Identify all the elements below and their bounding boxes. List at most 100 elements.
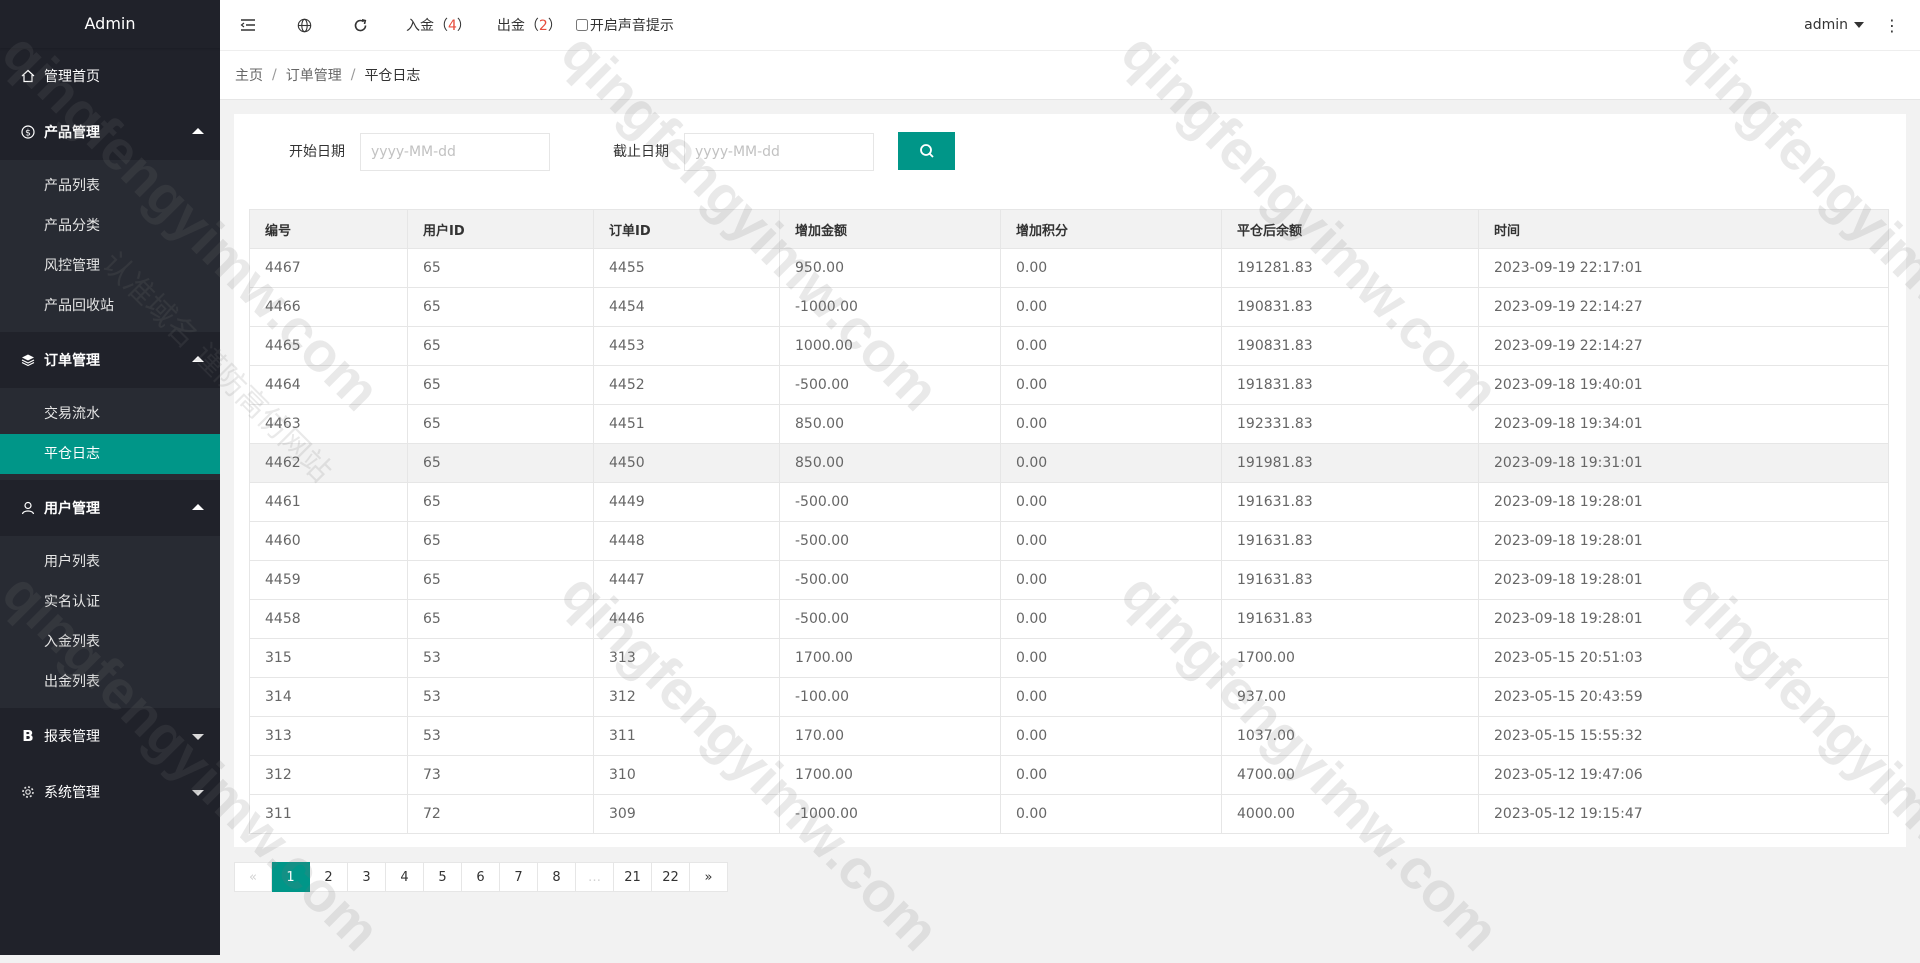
table-cell: 0.00 [1000, 482, 1222, 522]
table-cell: 191631.83 [1221, 521, 1479, 561]
table-row[interactable]: 312 73 310 1700.00 0.00 4700.00 2023-05-12 19:… [249, 755, 1889, 795]
sound-toggle[interactable]: 开启声音提示 [575, 15, 674, 35]
table-row[interactable]: 311 72 309 -1000.00 0.00 4000.00 2023-05-12 19… [249, 794, 1889, 834]
products-submenu: 产品列表 产品分类 风控管理 产品回收站 [0, 160, 220, 332]
page-button[interactable]: 5 [424, 862, 462, 892]
table-cell: 314 [249, 677, 408, 717]
page-button[interactable]: 1 [272, 862, 310, 892]
table-row[interactable]: 315 53 313 1700.00 0.00 1700.00 2023-05-15 20:… [249, 638, 1889, 678]
table-cell: 0.00 [1000, 248, 1222, 288]
breadcrumb: 主页 / 订单管理 / 平仓日志 [220, 51, 1920, 100]
page-button[interactable]: 22 [652, 862, 690, 892]
sidebar-item-withdrawals[interactable]: 出金列表 [0, 662, 220, 702]
sidebar-item-close-log[interactable]: 平仓日志 [0, 434, 220, 474]
sidebar-item-user-list[interactable]: 用户列表 [0, 542, 220, 582]
page-button[interactable]: 4 [386, 862, 424, 892]
close-log-table: 编号 用户ID 订单ID 增加金额 增加积分 平仓后余额 时间 4467 65 4455 950.… [249, 209, 1889, 834]
table-cell: 4455 [593, 248, 780, 288]
start-date-label: 开始日期 [289, 144, 345, 160]
table-row[interactable]: 4467 65 4455 950.00 0.00 191281.83 2023-09-19 … [249, 248, 1889, 288]
withdraw-link[interactable]: 出金（2） [497, 15, 562, 35]
nav-group-reports[interactable]: B 报表管理 [0, 708, 220, 764]
start-date-input[interactable] [360, 133, 550, 171]
nav-group-users[interactable]: 用户管理 [0, 480, 220, 536]
page-prev-button[interactable]: « [234, 862, 272, 892]
table-row[interactable]: 4460 65 4448 -500.00 0.00 191631.83 2023-09-18… [249, 521, 1889, 561]
table-cell: 65 [407, 326, 594, 366]
page-button[interactable]: 7 [500, 862, 538, 892]
page-next-button[interactable]: » [690, 862, 728, 892]
table-cell: 2023-05-12 19:47:06 [1478, 755, 1889, 795]
table-cell: 4453 [593, 326, 780, 366]
breadcrumb-orders[interactable]: 订单管理 [286, 65, 342, 85]
table-cell: 0.00 [1000, 365, 1222, 405]
table-row[interactable]: 4459 65 4447 -500.00 0.00 191631.83 2023-09-18… [249, 560, 1889, 600]
more-vertical-icon[interactable]: ⋮ [1884, 0, 1900, 50]
table-cell: 191281.83 [1221, 248, 1479, 288]
page-button[interactable]: 2 [310, 862, 348, 892]
end-date-input[interactable] [684, 133, 874, 171]
sound-checkbox[interactable] [575, 19, 588, 31]
table-cell: 4460 [249, 521, 408, 561]
table-row[interactable]: 4458 65 4446 -500.00 0.00 191631.83 2023-09-18… [249, 599, 1889, 639]
sidebar-item-transactions[interactable]: 交易流水 [0, 394, 220, 434]
page-button[interactable]: 8 [538, 862, 576, 892]
nav-group-reports-label: 报表管理 [44, 729, 100, 745]
deposit-link[interactable]: 入金（4） [406, 15, 471, 35]
breadcrumb-current: 平仓日志 [364, 68, 421, 84]
table-row[interactable]: 4466 65 4454 -1000.00 0.00 190831.83 2023-09-1… [249, 287, 1889, 327]
page-button[interactable]: 21 [614, 862, 652, 892]
refresh-icon[interactable] [332, 0, 388, 50]
table-cell: 1000.00 [779, 326, 1001, 366]
table-cell: 0.00 [1000, 794, 1222, 834]
globe-icon[interactable] [276, 0, 332, 50]
table-cell: 2023-09-18 19:28:01 [1478, 482, 1889, 522]
table-cell: 65 [407, 287, 594, 327]
table-cell: -100.00 [779, 677, 1001, 717]
table-row[interactable]: 4461 65 4449 -500.00 0.00 191631.83 2023-09-18… [249, 482, 1889, 522]
end-date-label: 截止日期 [613, 144, 669, 160]
search-button[interactable] [898, 132, 955, 170]
user-menu[interactable]: admin [1804, 0, 1864, 50]
sound-toggle-label: 开启声音提示 [589, 18, 674, 34]
table-cell: 4467 [249, 248, 408, 288]
table-cell: 2023-09-19 22:14:27 [1478, 326, 1889, 366]
caret-down-icon [192, 734, 204, 740]
sidebar: Admin 管理首页 $ 产品管理 产品列表 产品分类 风控管理 产品回收站 订… [0, 0, 220, 955]
table-row[interactable]: 314 53 312 -100.00 0.00 937.00 2023-05-15 20:4… [249, 677, 1889, 717]
table-cell: 937.00 [1221, 677, 1479, 717]
table-row[interactable]: 4462 65 4450 850.00 0.00 191981.83 2023-09-18 … [249, 443, 1889, 483]
breadcrumb-home[interactable]: 主页 [235, 65, 263, 85]
table-cell: 2023-09-18 19:28:01 [1478, 560, 1889, 600]
paren-close: ） [547, 18, 562, 34]
table-cell: 4700.00 [1221, 755, 1479, 795]
table-cell: 2023-05-12 19:15:47 [1478, 794, 1889, 834]
nav-group-orders[interactable]: 订单管理 [0, 332, 220, 388]
bold-b-icon: B [22, 727, 34, 745]
nav-group-system[interactable]: 系统管理 [0, 764, 220, 820]
column-header: 平仓后余额 [1221, 209, 1479, 249]
nav-group-products[interactable]: $ 产品管理 [0, 104, 220, 160]
sidebar-item-product-list[interactable]: 产品列表 [0, 166, 220, 206]
table-cell: 0.00 [1000, 716, 1222, 756]
menu-fold-icon[interactable] [220, 0, 276, 50]
sidebar-item-risk-control[interactable]: 风控管理 [0, 246, 220, 286]
table-cell: -500.00 [779, 599, 1001, 639]
table-cell: 313 [593, 638, 780, 678]
table-cell: 65 [407, 404, 594, 444]
sidebar-item-product-category[interactable]: 产品分类 [0, 206, 220, 246]
table-cell: 2023-09-19 22:17:01 [1478, 248, 1889, 288]
nav-home[interactable]: 管理首页 [0, 48, 220, 104]
page-button[interactable]: 3 [348, 862, 386, 892]
table-cell: 65 [407, 521, 594, 561]
table-cell: 4464 [249, 365, 408, 405]
sidebar-item-product-recycle[interactable]: 产品回收站 [0, 286, 220, 326]
table-row[interactable]: 4464 65 4452 -500.00 0.00 191831.83 2023-09-18… [249, 365, 1889, 405]
table-row[interactable]: 4465 65 4453 1000.00 0.00 190831.83 2023-09-19… [249, 326, 1889, 366]
sidebar-item-deposits[interactable]: 入金列表 [0, 622, 220, 662]
table-row[interactable]: 313 53 311 170.00 0.00 1037.00 2023-05-15 15:5… [249, 716, 1889, 756]
page-button[interactable]: 6 [462, 862, 500, 892]
table-row[interactable]: 4463 65 4451 850.00 0.00 192331.83 2023-09-18 … [249, 404, 1889, 444]
table-cell: 191631.83 [1221, 560, 1479, 600]
sidebar-item-verification[interactable]: 实名认证 [0, 582, 220, 622]
